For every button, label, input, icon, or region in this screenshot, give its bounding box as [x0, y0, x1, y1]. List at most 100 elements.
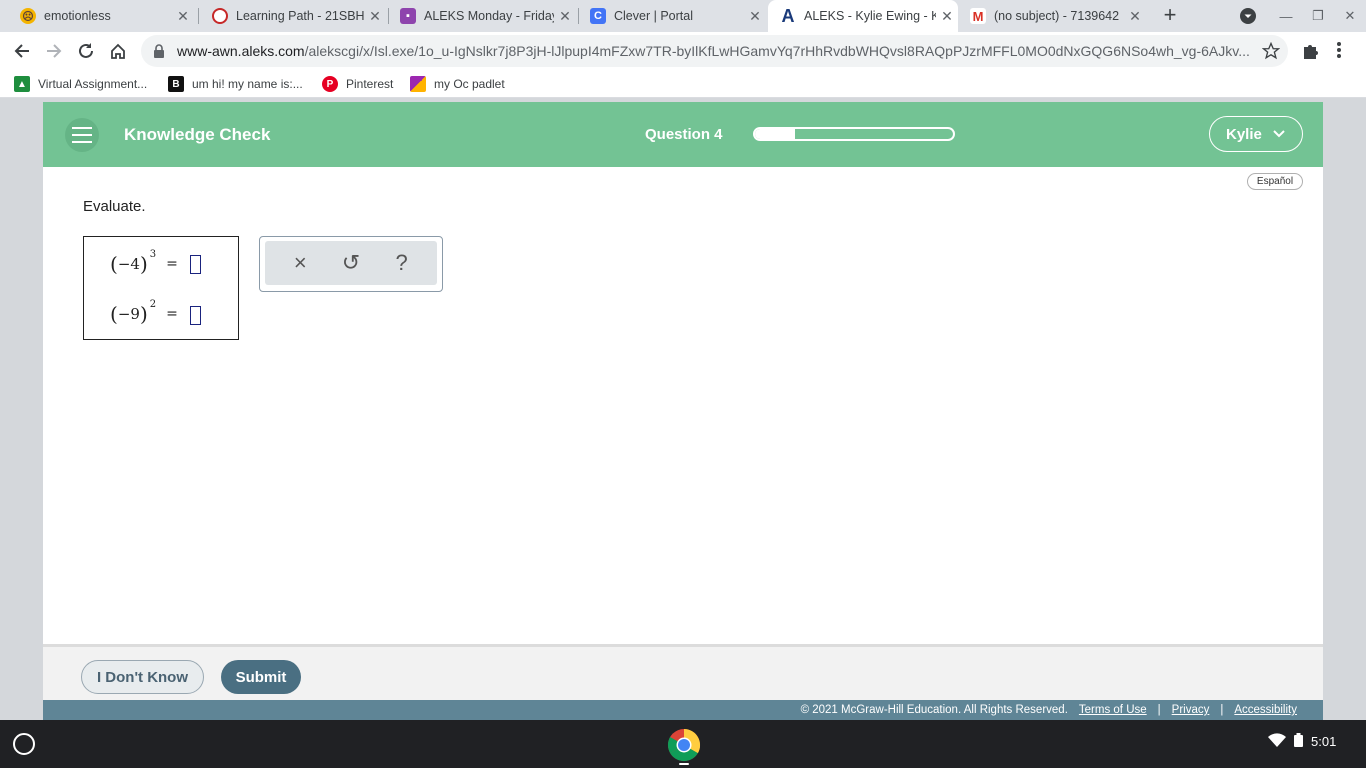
classroom-icon: ▲	[14, 76, 30, 92]
browser-toolbar: www-awn.aleks.com/alekscgi/x/Isl.exe/1o_…	[0, 32, 1366, 70]
tab-title: emotionless	[44, 9, 111, 23]
bookmark-label: Virtual Assignment...	[38, 77, 148, 91]
answer-tools-panel: × ↺ ?	[259, 236, 443, 292]
action-bar: I Don't Know Submit	[43, 644, 1323, 700]
bookmark-pinterest[interactable]: P Pinterest	[322, 74, 393, 94]
url-host: www-awn.aleks.com	[177, 43, 305, 59]
progress-fill	[755, 129, 795, 139]
accessibility-link[interactable]: Accessibility	[1234, 704, 1297, 716]
equals-sign: =	[166, 306, 178, 322]
kebab-menu-icon[interactable]	[1336, 40, 1342, 65]
chrome-icon[interactable]	[667, 728, 701, 762]
close-icon[interactable]: ✕	[936, 8, 958, 25]
clear-icon[interactable]: ×	[285, 248, 315, 278]
wifi-icon	[1268, 733, 1286, 750]
forward-icon[interactable]	[40, 37, 68, 65]
sad-face-icon: ☹	[20, 8, 36, 24]
bookmark-oc-padlet[interactable]: my Oc padlet	[410, 74, 505, 94]
tab-title: Learning Path - 21SBHS	[236, 9, 364, 23]
tab-title: Clever | Portal	[614, 9, 693, 23]
terms-link[interactable]: Terms of Use	[1079, 704, 1147, 716]
i-dont-know-button[interactable]: I Don't Know	[81, 660, 204, 694]
user-menu-button[interactable]: Kylie	[1209, 116, 1303, 152]
problem-row: (−4) 3 =	[110, 249, 178, 279]
close-paren: )	[139, 302, 148, 326]
restore-icon[interactable]: ❐	[1302, 0, 1334, 32]
bookmark-label: Pinterest	[346, 77, 394, 91]
new-tab-button[interactable]: +	[1158, 4, 1182, 28]
aleks-icon: A	[781, 5, 795, 26]
open-paren: (	[110, 302, 118, 326]
tab-emotionless[interactable]: ☹ emotionless ✕	[8, 0, 194, 32]
aleks-app: Knowledge Check Question 4 Kylie Español…	[43, 102, 1323, 720]
question-label: Question 4	[645, 126, 723, 143]
page-viewport: Knowledge Check Question 4 Kylie Español…	[0, 99, 1366, 720]
tab-clever[interactable]: C Clever | Portal ✕	[578, 0, 766, 32]
app-header: Knowledge Check Question 4 Kylie	[43, 102, 1323, 167]
problem-base: −4	[117, 255, 140, 273]
problem-exponent: 3	[149, 248, 157, 260]
tab-aleks-monday[interactable]: ▪ ALEKS Monday - Friday ✕	[388, 0, 576, 32]
privacy-link[interactable]: Privacy	[1172, 704, 1210, 716]
problem-base: −9	[117, 305, 140, 323]
url-text: www-awn.aleks.com/alekscgi/x/Isl.exe/1o_…	[177, 43, 1252, 59]
tab-title: ALEKS Monday - Friday	[424, 9, 554, 23]
language-toggle-button[interactable]: Español	[1247, 173, 1303, 190]
close-icon[interactable]: ✕	[744, 8, 766, 25]
loop-icon	[212, 8, 228, 24]
submit-button[interactable]: Submit	[221, 660, 301, 694]
home-icon[interactable]	[104, 37, 132, 65]
question-prompt: Evaluate.	[83, 198, 146, 215]
back-icon[interactable]	[8, 37, 36, 65]
extensions-puzzle-icon[interactable]	[1301, 41, 1321, 66]
bookmark-label: um hi! my name is:...	[192, 77, 303, 91]
bookmark-um-hi[interactable]: B um hi! my name is:...	[168, 74, 303, 94]
bookmark-star-icon[interactable]	[1261, 41, 1281, 65]
browser-tab-strip: ☹ emotionless ✕ Learning Path - 21SBHS ✕…	[0, 0, 1366, 32]
minimize-icon[interactable]: —	[1270, 0, 1302, 32]
answer-input-2[interactable]	[190, 306, 201, 325]
close-icon[interactable]: ✕	[172, 8, 194, 25]
problem-box: (−4) 3 = (−9) 2 =	[83, 236, 239, 340]
close-icon[interactable]: ✕	[1124, 8, 1146, 25]
pinterest-icon: P	[322, 76, 338, 92]
equals-sign: =	[166, 256, 178, 272]
help-icon[interactable]: ?	[387, 248, 417, 278]
bookmark-virtual-assignment[interactable]: ▲ Virtual Assignment...	[14, 74, 147, 94]
tab-separator	[198, 8, 199, 24]
tab-learning-path[interactable]: Learning Path - 21SBHS ✕	[200, 0, 386, 32]
window-close-icon[interactable]: ✕	[1334, 0, 1366, 32]
close-icon[interactable]: ✕	[554, 8, 576, 25]
launcher-icon[interactable]	[13, 733, 35, 755]
copyright-footer: © 2021 McGraw-Hill Education. All Rights…	[43, 700, 1323, 720]
answer-tools-bar: × ↺ ?	[265, 241, 437, 285]
problem-exponent: 2	[149, 298, 157, 310]
progress-bar	[753, 127, 955, 141]
open-paren: (	[110, 252, 118, 276]
url-path: /alekscgi/x/Isl.exe/1o_u-IgNslkr7j8P3jH-…	[304, 43, 1250, 59]
undo-icon[interactable]: ↺	[336, 248, 366, 278]
footer-separator: |	[1157, 704, 1161, 716]
copyright-text: © 2021 McGraw-Hill Education. All Rights…	[800, 704, 1068, 716]
tab-search-icon[interactable]	[1232, 0, 1264, 32]
gmail-icon: M	[970, 8, 986, 24]
footer-separator: |	[1220, 704, 1224, 716]
answer-input-1[interactable]	[190, 255, 201, 274]
bookmarks-bar: ▲ Virtual Assignment... B um hi! my name…	[0, 70, 1366, 98]
running-indicator	[679, 763, 689, 765]
lock-icon	[153, 44, 169, 58]
close-icon[interactable]: ✕	[364, 8, 386, 25]
tab-gmail[interactable]: M (no subject) - 7139642 ✕	[958, 0, 1146, 32]
os-taskbar: 5:01	[0, 720, 1366, 768]
system-tray[interactable]: 5:01	[1268, 733, 1336, 750]
clever-icon: C	[590, 8, 606, 24]
problem-row: (−9) 2 =	[110, 299, 178, 329]
tab-aleks-active[interactable]: A ALEKS - Kylie Ewing - K ✕	[768, 0, 958, 32]
reload-icon[interactable]	[72, 37, 100, 65]
page-title: Knowledge Check	[124, 125, 271, 144]
address-bar[interactable]: www-awn.aleks.com/alekscgi/x/Isl.exe/1o_…	[141, 35, 1288, 67]
close-paren: )	[139, 252, 148, 276]
user-name: Kylie	[1226, 125, 1262, 143]
hamburger-menu-icon[interactable]	[65, 118, 99, 152]
chevron-down-icon	[1272, 127, 1286, 145]
